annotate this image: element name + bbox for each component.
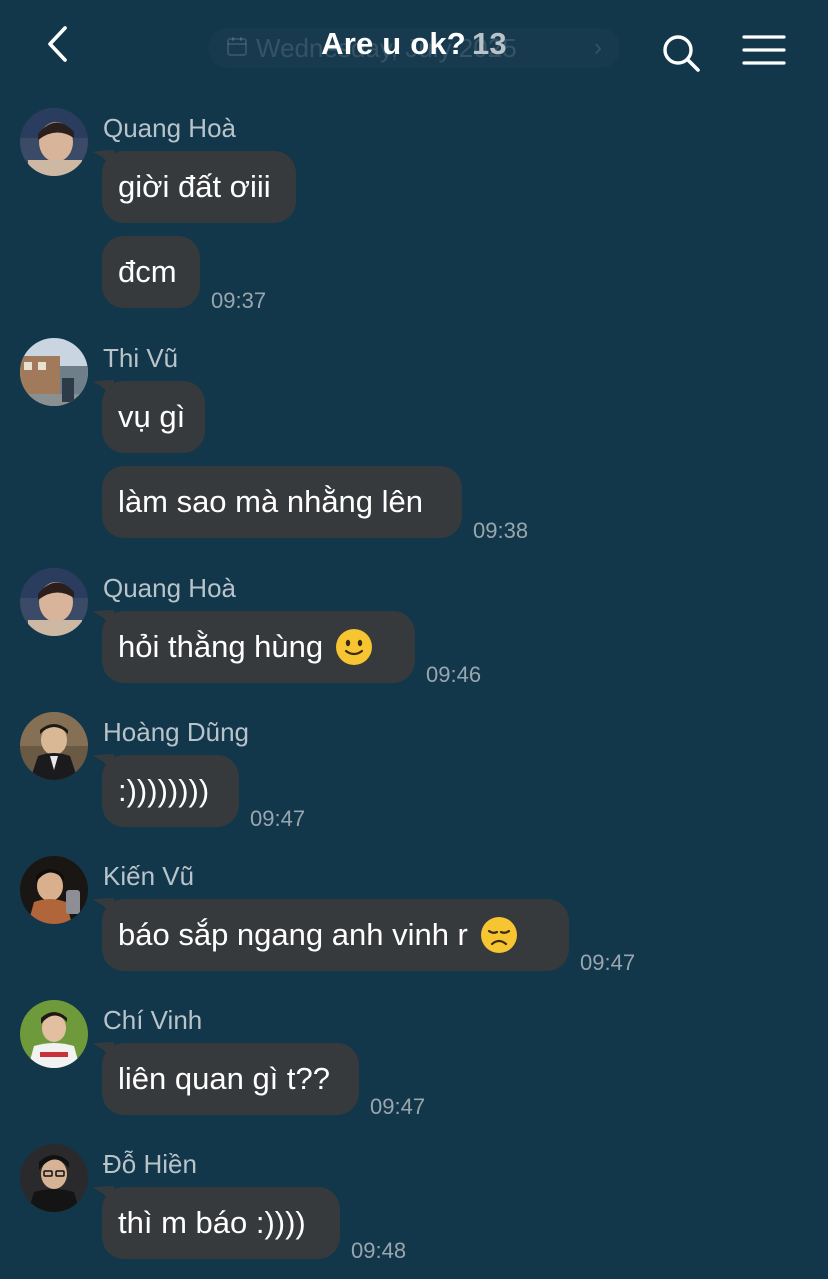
message-bubble[interactable]: thì m báo :)))) [102, 1187, 340, 1259]
message-time: 09:48 [351, 1238, 407, 1263]
menu-button[interactable] [742, 34, 786, 68]
avatar-do-hien[interactable] [20, 1144, 88, 1212]
message-time: 09:46 [426, 662, 482, 687]
message-bubble[interactable]: vụ gì [102, 381, 205, 453]
avatar-quang-hoa[interactable] [20, 568, 88, 636]
message-bubble[interactable]: đcm [102, 236, 200, 308]
chat-title-text: Are u ok? [321, 26, 466, 61]
avatar-chi-vinh[interactable] [20, 1000, 88, 1068]
message-time: 09:38 [473, 518, 529, 543]
message-time: 09:47 [370, 1094, 426, 1119]
member-count: 13 [471, 26, 507, 61]
message-bubble[interactable]: liên quan gì t?? [102, 1043, 359, 1115]
message-bubble[interactable]: :)))))))) [102, 755, 239, 827]
sender-name: Thi Vũ [103, 343, 179, 373]
message-time: 09:47 [250, 806, 306, 831]
message-bubble[interactable]: làm sao mà nhằng lên [102, 466, 462, 538]
message-text: làm sao mà nhằng lên [118, 484, 424, 519]
message-text: đcm [118, 254, 177, 289]
avatar-hoang-dung[interactable] [20, 712, 88, 780]
message-text: hỏi thằng hùng [118, 629, 324, 664]
sender-name: Hoàng Dũng [103, 717, 249, 747]
message-bubble[interactable]: hỏi thằng hùng [102, 611, 415, 683]
avatar-thi-vu[interactable] [20, 338, 88, 406]
message-text: thì m báo :)))) [118, 1205, 306, 1240]
disappointed-face-icon [480, 917, 517, 953]
sender-name: Quang Hoà [103, 113, 236, 143]
search-icon [663, 35, 700, 72]
avatar-quang-hoa[interactable] [20, 108, 88, 176]
sender-name: Kiến Vũ [103, 861, 195, 891]
message-bubble[interactable]: giời đất ơiii [102, 151, 296, 223]
sender-name: Đỗ Hiền [103, 1149, 197, 1179]
hamburger-menu-icon [742, 35, 786, 65]
message-time: 09:37 [211, 288, 267, 313]
chat-screen: Wednesday, July 2025 › Are u ok? 13 Quan… [0, 0, 828, 1279]
message-time: 09:47 [580, 950, 636, 975]
message-bubble[interactable]: báo sắp ngang anh vinh r [102, 899, 569, 971]
chat-title[interactable]: Are u ok? 13 [0, 26, 828, 62]
search-button[interactable] [660, 32, 702, 74]
message-text: :)))))))) [118, 773, 210, 808]
slightly-smiling-face-icon [336, 629, 373, 665]
avatar-kien-vu[interactable] [20, 856, 88, 924]
sender-name: Chí Vinh [103, 1005, 203, 1035]
message-text: giời đất ơiii [118, 169, 271, 204]
message-text: vụ gì [118, 399, 186, 434]
message-text: báo sắp ngang anh vinh r [118, 917, 468, 952]
message-text: liên quan gì t?? [118, 1061, 331, 1096]
sender-name: Quang Hoà [103, 573, 236, 603]
chat-header: Wednesday, July 2025 › Are u ok? 13 [0, 0, 828, 96]
